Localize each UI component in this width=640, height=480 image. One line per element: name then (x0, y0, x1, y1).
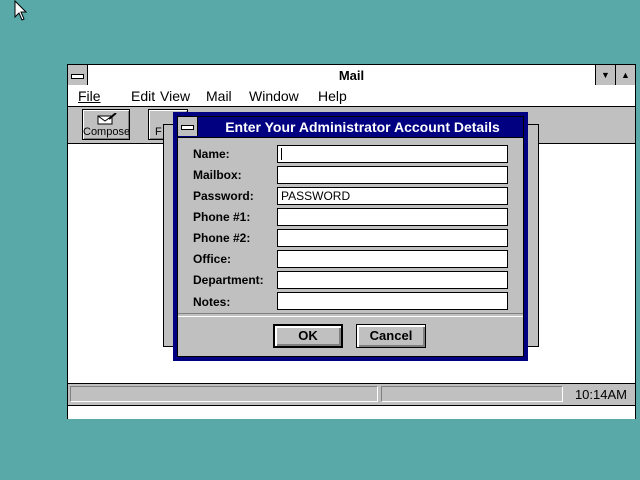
dialog-system-menu-icon[interactable] (178, 117, 198, 136)
password-label: Password: (193, 189, 254, 203)
mailbox-label: Mailbox: (193, 168, 242, 182)
menu-bar: File Edit View Mail Window Help (68, 86, 635, 107)
horizontal-scrollbar[interactable] (68, 405, 635, 419)
menu-view[interactable]: View (160, 88, 190, 104)
status-pane-main (70, 386, 378, 402)
name-label: Name: (193, 147, 230, 161)
mail-title-bar: Mail ▼ ▲ (68, 65, 635, 87)
menu-edit[interactable]: Edit (131, 88, 155, 104)
menu-help[interactable]: Help (318, 88, 347, 104)
office-label: Office: (193, 252, 232, 266)
status-clock: 10:14AM (574, 387, 627, 402)
minimize-button[interactable]: ▼ (595, 65, 615, 85)
department-field[interactable] (277, 271, 508, 289)
compose-label: Compose (83, 126, 131, 138)
compose-button[interactable]: Compose (82, 109, 130, 140)
status-pane-secondary (381, 386, 563, 402)
admin-account-dialog: Enter Your Administrator Account Details… (173, 112, 528, 361)
menu-window[interactable]: Window (249, 88, 299, 104)
ok-button[interactable]: OK (273, 324, 343, 348)
status-bar: 10:14AM (68, 383, 635, 405)
notes-label: Notes: (193, 295, 231, 309)
menu-file[interactable]: File (78, 88, 101, 104)
password-field[interactable]: PASSWORD (277, 187, 508, 205)
department-label: Department: (193, 273, 264, 287)
phone1-label: Phone #1: (193, 210, 251, 224)
phone2-field[interactable] (277, 229, 508, 247)
notes-field[interactable] (277, 292, 508, 310)
compose-icon (97, 113, 117, 125)
mailbox-field[interactable] (277, 166, 508, 184)
maximize-button[interactable]: ▲ (615, 65, 635, 85)
dialog-title: Enter Your Administrator Account Details (225, 119, 500, 135)
phone1-field[interactable] (277, 208, 508, 226)
office-field[interactable] (277, 250, 508, 268)
dialog-title-bar: Enter Your Administrator Account Details (178, 117, 523, 138)
name-field[interactable] (277, 145, 508, 163)
dialog-divider (178, 313, 523, 317)
mouse-pointer-icon (14, 0, 28, 21)
menu-mail[interactable]: Mail (206, 88, 232, 104)
cancel-button[interactable]: Cancel (356, 324, 426, 348)
mail-window-title: Mail (338, 68, 365, 83)
phone2-label: Phone #2: (193, 231, 251, 245)
